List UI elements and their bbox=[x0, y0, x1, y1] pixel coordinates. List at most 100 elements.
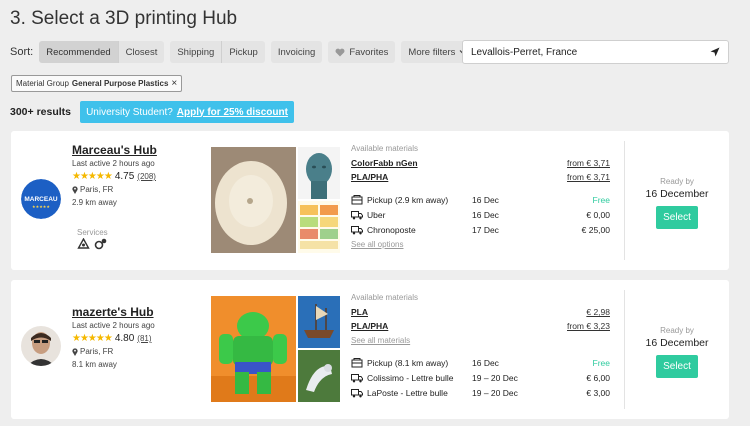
hub-avatar[interactable]: MARCEAU ★★★★★ bbox=[21, 179, 61, 219]
rating-value: 4.80 bbox=[114, 333, 135, 344]
service-icons bbox=[77, 238, 107, 250]
svg-text:★★★★★: ★★★★★ bbox=[32, 204, 50, 209]
product-photo[interactable] bbox=[298, 147, 340, 199]
material-name[interactable]: PLA/PHA bbox=[351, 321, 388, 331]
see-all-link[interactable]: See all materials bbox=[351, 336, 610, 345]
ready-by-label: Ready by bbox=[660, 326, 694, 335]
hub-location: Paris, FR bbox=[72, 347, 155, 356]
last-active: Last active 2 hours ago bbox=[72, 321, 155, 330]
ready-by-block: Ready by 16 December Select bbox=[625, 177, 729, 229]
shipping-name: LaPoste - Lettre bulle bbox=[367, 387, 448, 398]
location-text: Paris, FR bbox=[80, 347, 114, 356]
review-count[interactable]: (208) bbox=[137, 172, 156, 181]
gear-icon bbox=[94, 238, 107, 250]
results-count: 300+ results bbox=[10, 106, 72, 118]
see-all-link[interactable]: See all options bbox=[351, 240, 610, 249]
student-promo-banner[interactable]: University Student? Apply for 25% discou… bbox=[80, 101, 294, 123]
review-count[interactable]: (81) bbox=[137, 334, 151, 343]
services-label: Services bbox=[77, 228, 108, 237]
available-materials-label: Available materials bbox=[351, 144, 418, 153]
hub-card: mazerte's Hub Last active 2 hours ago ★★… bbox=[11, 280, 729, 419]
last-active: Last active 2 hours ago bbox=[72, 159, 155, 168]
material-name[interactable]: PLA bbox=[351, 307, 368, 317]
select-hub-button[interactable]: Select bbox=[656, 355, 698, 378]
close-icon[interactable]: × bbox=[171, 78, 177, 89]
sort-closest-button[interactable]: Closest bbox=[118, 41, 165, 63]
shipping-date: 19 – 20 Dec bbox=[472, 372, 518, 383]
shipping-options: Pickup (8.1 km away) 16 Dec Free Colissi… bbox=[351, 355, 610, 400]
material-row[interactable]: ColorFabb nGen from € 3,71 bbox=[351, 156, 610, 170]
hub-name[interactable]: Marceau's Hub bbox=[72, 143, 157, 157]
location-text: Paris, FR bbox=[80, 185, 114, 194]
material-name[interactable]: PLA/PHA bbox=[351, 172, 388, 182]
hub-logo-text: MARCEAU bbox=[24, 196, 58, 203]
shipping-name: Colissimo - Lettre bulle bbox=[367, 372, 454, 383]
truck-icon bbox=[351, 210, 363, 219]
hub-details: Available materials ColorFabb nGen from … bbox=[351, 144, 610, 249]
rating-stars: ★★★★★ bbox=[72, 171, 113, 182]
location-input[interactable]: Levallois-Perret, France bbox=[462, 40, 729, 64]
filter-pickup-button[interactable]: Pickup bbox=[222, 41, 265, 63]
shipping-row: Chronoposte 17 Dec € 25,00 bbox=[351, 222, 610, 237]
shipping-price: Free bbox=[592, 357, 610, 368]
ready-by-date: 16 December bbox=[645, 188, 709, 200]
available-materials-label: Available materials bbox=[351, 293, 418, 302]
ready-by-block: Ready by 16 December Select bbox=[625, 326, 729, 378]
hub-name[interactable]: mazerte's Hub bbox=[72, 305, 155, 319]
chip-prefix: Material Group bbox=[16, 79, 69, 88]
truck-icon bbox=[351, 225, 363, 234]
hub-distance: 2.9 km away bbox=[72, 198, 117, 207]
material-name[interactable]: ColorFabb nGen bbox=[351, 158, 418, 168]
hub-location: Paris, FR bbox=[72, 185, 157, 194]
favorites-label: Favorites bbox=[349, 46, 389, 58]
select-hub-button[interactable]: Select bbox=[656, 206, 698, 229]
rating-value: 4.75 bbox=[114, 171, 135, 182]
location-value: Levallois-Perret, France bbox=[471, 46, 578, 58]
sort-bar: Sort: Recommended Closest Shipping Picku… bbox=[10, 41, 475, 63]
product-photo[interactable] bbox=[298, 296, 340, 348]
material-filter-chip[interactable]: Material Group General Purpose Plastics … bbox=[11, 75, 183, 92]
material-price[interactable]: € 2,98 bbox=[586, 307, 610, 317]
shipping-price: € 25,00 bbox=[581, 224, 610, 235]
material-row[interactable]: PLA/PHA from € 3,23 bbox=[351, 319, 610, 333]
page-title: 3. Select a 3D printing Hub bbox=[10, 8, 238, 29]
shipping-name: Uber bbox=[367, 209, 386, 220]
shipping-row: LaPoste - Lettre bulle 19 – 20 Dec € 3,0… bbox=[351, 385, 610, 400]
product-photo[interactable] bbox=[211, 296, 296, 402]
filter-favorites-button[interactable]: Favorites bbox=[328, 41, 396, 63]
hub-avatar[interactable] bbox=[21, 326, 61, 366]
shipping-row: Uber 16 Dec € 0,00 bbox=[351, 207, 610, 222]
shipping-price: € 0,00 bbox=[586, 209, 610, 220]
locate-arrow-icon[interactable] bbox=[710, 47, 720, 57]
material-price[interactable]: from € 3,71 bbox=[567, 172, 610, 182]
material-price[interactable]: from € 3,71 bbox=[567, 158, 610, 168]
filter-shipping-button[interactable]: Shipping bbox=[170, 41, 223, 63]
recycle-icon bbox=[77, 238, 90, 249]
sort-label: Sort: bbox=[10, 46, 34, 58]
more-filters-label: More filters bbox=[408, 46, 456, 58]
chip-value: General Purpose Plastics bbox=[71, 79, 169, 88]
shipping-row: Pickup (8.1 km away) 16 Dec Free bbox=[351, 355, 610, 370]
shipping-price: € 3,00 bbox=[586, 387, 610, 398]
product-photo[interactable] bbox=[298, 201, 340, 253]
product-photo[interactable] bbox=[211, 147, 296, 253]
hub-distance: 8.1 km away bbox=[72, 360, 117, 369]
sort-recommended-button[interactable]: Recommended bbox=[39, 41, 119, 63]
promo-text: University Student? bbox=[86, 106, 173, 118]
shipping-price: € 6,00 bbox=[586, 372, 610, 383]
hub-details: Available materials PLA € 2,98 PLA/PHA f… bbox=[351, 293, 610, 400]
heart-icon bbox=[335, 48, 345, 56]
shipping-options: Pickup (2.9 km away) 16 Dec Free Uber 16… bbox=[351, 192, 610, 237]
shipping-name: Chronoposte bbox=[367, 224, 416, 235]
material-row[interactable]: PLA/PHA from € 3,71 bbox=[351, 170, 610, 184]
filter-invoicing-button[interactable]: Invoicing bbox=[270, 41, 323, 63]
promo-link[interactable]: Apply for 25% discount bbox=[177, 107, 288, 118]
truck-icon bbox=[351, 373, 363, 382]
shipping-row: Pickup (2.9 km away) 16 Dec Free bbox=[351, 192, 610, 207]
product-photo[interactable] bbox=[298, 350, 340, 402]
material-price[interactable]: from € 3,23 bbox=[567, 321, 610, 331]
hub-rating: ★★★★★ 4.75 (208) bbox=[72, 171, 157, 182]
shipping-date: 16 Dec bbox=[472, 194, 499, 205]
material-row[interactable]: PLA € 2,98 bbox=[351, 305, 610, 319]
shipping-price: Free bbox=[592, 194, 610, 205]
